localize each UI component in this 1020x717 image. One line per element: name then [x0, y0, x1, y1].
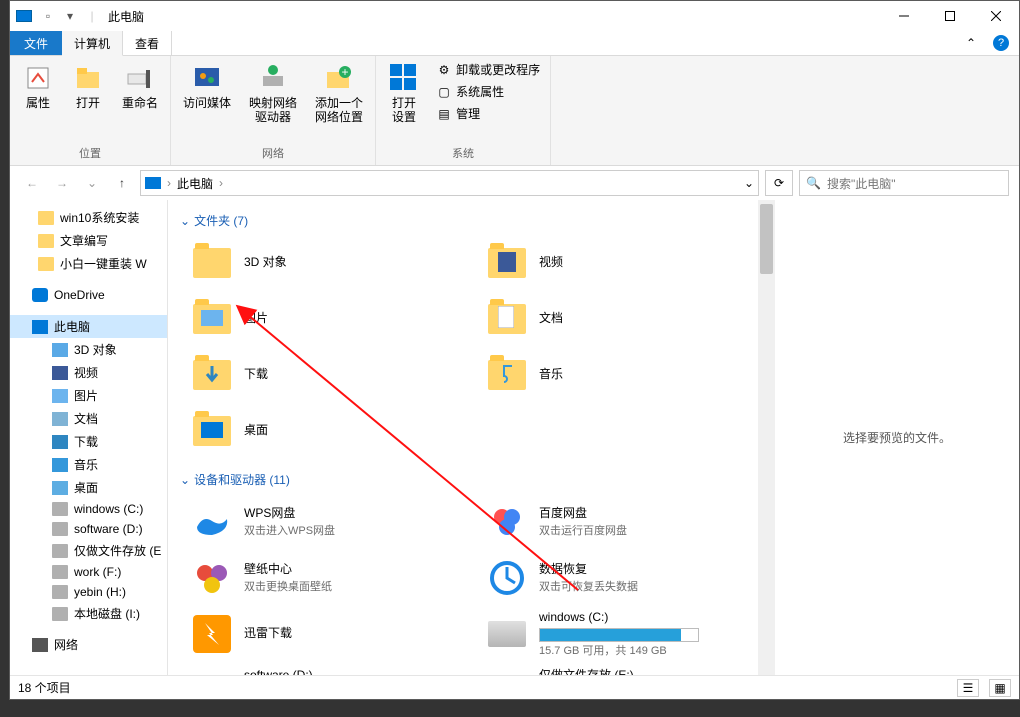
nav-pc-item[interactable]: windows (C:) [10, 499, 167, 519]
status-count: 18 个项目 [18, 679, 71, 696]
chevron-down-icon: ⌄ [180, 214, 190, 228]
nav-thispc[interactable]: 此电脑 [10, 315, 167, 338]
navigation-pane: win10系统安装 文章编写 小白一键重装 W OneDrive 此电脑 3D … [10, 200, 168, 675]
refresh-button[interactable]: ⟳ [765, 170, 793, 196]
explorer-window: ▫ ▾ | 此电脑 文件 计算机 查看 ⌃ ? 属性 打开 [9, 0, 1020, 700]
access-media-button[interactable]: 访问媒体 [179, 60, 235, 112]
titlebar: ▫ ▾ | 此电脑 [10, 1, 1019, 31]
nav-pc-item[interactable]: 音乐 [10, 453, 167, 476]
nav-network[interactable]: 网络 [10, 633, 167, 656]
folder-item-3d[interactable]: 3D 对象 [190, 239, 475, 287]
open-settings-button[interactable]: 打开 设置 [384, 60, 424, 127]
nav-quick-item[interactable]: win10系统安装 [10, 206, 167, 229]
nav-pc-item[interactable]: 图片 [10, 384, 167, 407]
maximize-button[interactable] [927, 1, 973, 31]
ribbon-group-system: 打开 设置 ⚙卸载或更改程序 ▢系统属性 ▤管理 系统 [376, 56, 551, 165]
address-dropdown[interactable]: ⌄ [744, 176, 754, 190]
drive-app-xunlei[interactable]: 迅雷下载 [190, 610, 475, 658]
status-bar: 18 个项目 ☰ ▦ [10, 675, 1019, 699]
qat-sep: | [84, 8, 100, 24]
window-title: 此电脑 [108, 8, 144, 25]
ribbon-group-network: 访问媒体 映射网络 驱动器 + 添加一个 网络位置 网络 [171, 56, 376, 165]
rename-button[interactable]: 重命名 [118, 60, 162, 112]
nav-onedrive[interactable]: OneDrive [10, 285, 167, 305]
content-scrollbar[interactable] [758, 200, 775, 675]
group-header-drives[interactable]: ⌄设备和驱动器 (11) [172, 467, 770, 492]
add-netloc-button[interactable]: + 添加一个 网络位置 [311, 60, 367, 127]
folder-item-pictures[interactable]: 图片 [190, 295, 475, 343]
folder-item-downloads[interactable]: 下载 [190, 351, 475, 399]
view-details-button[interactable]: ☰ [957, 679, 979, 697]
manage-button[interactable]: ▤管理 [434, 104, 542, 123]
drive-app-baidu[interactable]: 百度网盘双击运行百度网盘 [485, 498, 770, 546]
sysprops-button[interactable]: ▢系统属性 [434, 82, 542, 101]
preview-pane: 选择要预览的文件。 [774, 200, 1019, 675]
close-button[interactable] [973, 1, 1019, 31]
pc-icon [16, 10, 32, 22]
tab-view[interactable]: 查看 [123, 31, 172, 55]
svg-text:+: + [342, 65, 349, 79]
uninstall-button[interactable]: ⚙卸载或更改程序 [434, 60, 542, 79]
nav-pc-item[interactable]: 视频 [10, 361, 167, 384]
nav-pc-item[interactable]: 仅做文件存放 (E [10, 539, 167, 562]
view-icons-button[interactable]: ▦ [989, 679, 1011, 697]
chevron-down-icon: ⌄ [180, 473, 190, 487]
open-button[interactable]: 打开 [68, 60, 108, 112]
address-row: ← → ⌄ ↑ › 此电脑 › ⌄ ⟳ 🔍 搜索"此电脑" [10, 166, 1019, 200]
drive-app-recovery[interactable]: 数据恢复双击可恢复丢失数据 [485, 554, 770, 602]
nav-back-button[interactable]: ← [20, 171, 44, 195]
folder-item-video[interactable]: 视频 [485, 239, 770, 287]
drive-e[interactable]: 仅做文件存放 (E:) [485, 666, 770, 675]
tab-file[interactable]: 文件 [10, 31, 62, 55]
crumb-sep[interactable]: › [219, 176, 223, 190]
breadcrumb[interactable]: 此电脑 [177, 175, 213, 192]
nav-pc-item[interactable]: work (F:) [10, 562, 167, 582]
nav-pc-item[interactable]: 下载 [10, 430, 167, 453]
nav-pc-item[interactable]: 本地磁盘 (I:) [10, 602, 167, 625]
nav-recent-button[interactable]: ⌄ [80, 171, 104, 195]
folder-item-documents[interactable]: 文档 [485, 295, 770, 343]
address-bar[interactable]: › 此电脑 › ⌄ [140, 170, 759, 196]
qat-item[interactable]: ▫ [40, 8, 56, 24]
group-header-folders[interactable]: ⌄文件夹 (7) [172, 208, 770, 233]
content-pane: ⌄文件夹 (7) 3D 对象 视频 图片 文档 下载 音乐 桌面 ⌄设备和驱动器… [168, 200, 774, 675]
nav-pc-item[interactable]: 文档 [10, 407, 167, 430]
tab-computer[interactable]: 计算机 [62, 31, 123, 56]
search-icon: 🔍 [806, 176, 821, 190]
quick-access-toolbar: ▫ ▾ | [40, 8, 100, 24]
nav-quick-item[interactable]: 文章编写 [10, 229, 167, 252]
properties-button[interactable]: 属性 [18, 60, 58, 112]
ribbon-group-location: 属性 打开 重命名 位置 [10, 56, 171, 165]
drive-app-wallpaper[interactable]: 壁纸中心双击更换桌面壁纸 [190, 554, 475, 602]
nav-pc-item[interactable]: yebin (H:) [10, 582, 167, 602]
ribbon: 属性 打开 重命名 位置 访问媒体 [10, 56, 1019, 166]
folder-item-music[interactable]: 音乐 [485, 351, 770, 399]
ribbon-collapse[interactable]: ⌃ [959, 31, 983, 55]
nav-forward-button[interactable]: → [50, 171, 74, 195]
crumb-sep[interactable]: › [167, 176, 171, 190]
nav-pc-item[interactable]: 桌面 [10, 476, 167, 499]
pc-icon [145, 177, 161, 189]
help-button[interactable]: ? [989, 31, 1013, 55]
main-area: win10系统安装 文章编写 小白一键重装 W OneDrive 此电脑 3D … [10, 200, 1019, 675]
ribbon-tabs: 文件 计算机 查看 ⌃ ? [10, 31, 1019, 56]
minimize-button[interactable] [881, 1, 927, 31]
nav-up-button[interactable]: ↑ [110, 171, 134, 195]
nav-pc-item[interactable]: software (D:) [10, 519, 167, 539]
qat-dropdown[interactable]: ▾ [62, 8, 78, 24]
folder-item-desktop[interactable]: 桌面 [190, 407, 475, 455]
drive-c[interactable]: windows (C:)15.7 GB 可用，共 149 GB [485, 610, 770, 658]
drive-d[interactable]: software (D:) [190, 666, 475, 675]
nav-pc-item[interactable]: 3D 对象 [10, 338, 167, 361]
map-drive-button[interactable]: 映射网络 驱动器 [245, 60, 301, 127]
search-input[interactable]: 🔍 搜索"此电脑" [799, 170, 1009, 196]
drive-app-wps[interactable]: WPS网盘双击进入WPS网盘 [190, 498, 475, 546]
nav-quick-item[interactable]: 小白一键重装 W [10, 252, 167, 275]
